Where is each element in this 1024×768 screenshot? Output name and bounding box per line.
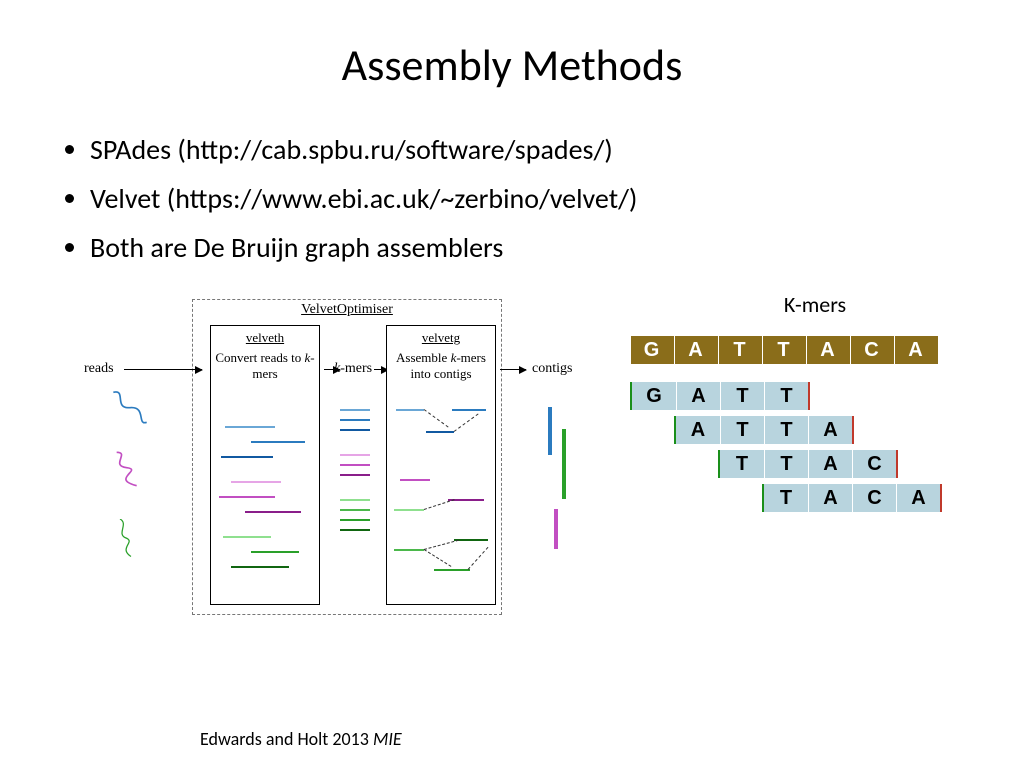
kmer-cell: T	[720, 416, 764, 444]
assembly-graph-icon	[390, 409, 494, 599]
kmer-cell: A	[808, 450, 852, 478]
kmer-cell: A	[676, 382, 720, 410]
kmer-cell: G	[632, 382, 676, 410]
slide-title: Assembly Methods	[0, 0, 1024, 132]
base-cell: T	[718, 336, 762, 364]
velvetg-text: Assemble k-mers into contigs	[387, 350, 495, 383]
kmer-cell: T	[764, 416, 808, 444]
contig-bar	[562, 429, 566, 499]
kmers-figure: K-mers G A T T A C A	[620, 291, 990, 526]
velveth-title: velveth	[211, 330, 319, 346]
kmer-row: A T T A	[674, 416, 854, 444]
citation: Edwards and Holt 2013 MIE	[200, 728, 402, 750]
contigs-label: contigs	[532, 361, 572, 377]
bullet-item: Velvet (https://www.ebi.ac.uk/~zerbino/v…	[90, 181, 984, 216]
velvet-pipeline-diagram: VelvetOptimiser reads velveth Convert re…	[40, 299, 600, 629]
figures-row: VelvetOptimiser reads velveth Convert re…	[0, 279, 1024, 629]
citation-authors: Edwards and Holt 2013	[200, 728, 373, 750]
bullet-item: SPAdes (http://cab.spbu.ru/software/spad…	[90, 132, 984, 167]
contig-bar	[554, 509, 558, 549]
base-cell: A	[806, 336, 850, 364]
read-squiggle-icon	[100, 519, 160, 559]
base-cell: A	[674, 336, 718, 364]
kmer-cell: T	[720, 382, 764, 410]
read-squiggle-icon	[100, 389, 160, 429]
kmers-label: k-mers	[334, 361, 372, 377]
optimiser-label: VelvetOptimiser	[193, 302, 501, 318]
kmer-cell: C	[852, 450, 896, 478]
kmer-cell: C	[852, 484, 896, 512]
velveth-box: velveth Convert reads to k-mers	[210, 325, 320, 605]
velveth-text: Convert reads to k-mers	[211, 350, 319, 383]
base-cell: G	[630, 336, 674, 364]
kmer-row: G A T T	[630, 382, 810, 410]
arrow-icon	[500, 369, 526, 370]
bullet-list: SPAdes (http://cab.spbu.ru/software/spad…	[0, 132, 1024, 265]
kmer-cell: A	[896, 484, 940, 512]
kmer-cell: A	[676, 416, 720, 444]
kmer-cell: A	[808, 416, 852, 444]
arrow-icon	[124, 369, 202, 370]
kmer-cell: T	[764, 450, 808, 478]
contig-bar	[548, 407, 552, 455]
citation-work: MIE	[373, 728, 402, 750]
kmer-cell: T	[764, 484, 808, 512]
kmer-cell: T	[764, 382, 808, 410]
bullet-item: Both are De Bruijn graph assemblers	[90, 230, 984, 265]
base-cell: A	[894, 336, 938, 364]
reads-label: reads	[84, 361, 114, 377]
base-cell: C	[850, 336, 894, 364]
kmer-cell: A	[808, 484, 852, 512]
sequence-header: G A T T A C A	[630, 336, 938, 366]
kmer-row: T T A C	[718, 450, 898, 478]
base-cell: T	[762, 336, 806, 364]
velvetg-title: velvetg	[387, 330, 495, 346]
kmer-row: T A C A	[762, 484, 942, 512]
read-squiggle-icon	[100, 449, 160, 489]
kmer-cell: T	[720, 450, 764, 478]
kmers-title: K-mers	[620, 291, 990, 318]
